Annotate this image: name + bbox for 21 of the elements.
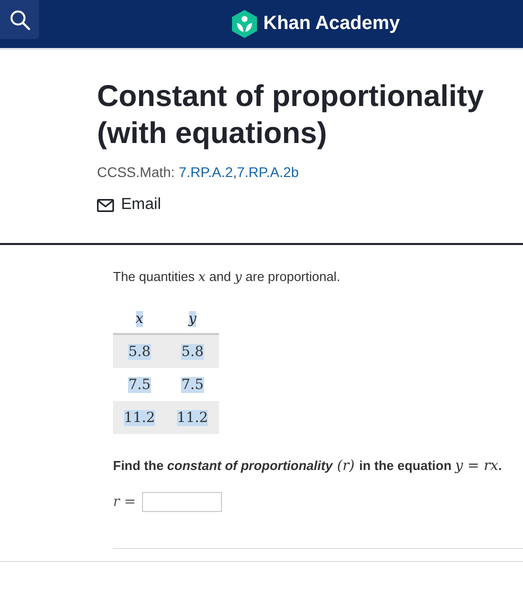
standard-link[interactable]: 7.RP.A.2b xyxy=(236,164,299,180)
answer-label: r = xyxy=(113,494,136,510)
problem-statement: The quantities x and y are proportional. xyxy=(113,269,342,285)
answer-field[interactable] xyxy=(142,492,222,512)
standard-link[interactable]: 7.RP.A.2 xyxy=(178,164,233,180)
table-cell: 11.2 xyxy=(113,401,166,434)
email-button[interactable]: Email xyxy=(97,196,162,214)
brand-name[interactable]: Khan Academy xyxy=(263,13,400,35)
separator: , xyxy=(232,164,237,180)
search-icon xyxy=(8,8,30,30)
table-cell: 5.8 xyxy=(113,334,166,368)
envelope-icon xyxy=(97,198,114,212)
table-cell: 5.8 xyxy=(166,334,219,368)
table-cell: 7.5 xyxy=(113,368,166,401)
table-cell: 11.2 xyxy=(166,401,219,434)
page-title: Constant of proportionality (with equations) xyxy=(97,79,485,152)
standards-label: CCSS.Math: xyxy=(97,164,175,180)
table-cell: 7.5 xyxy=(166,368,219,401)
search-button[interactable] xyxy=(0,0,39,39)
question-text: Find the constant of proportionality (r) in the equation y = rx. xyxy=(113,458,503,474)
logo-icon xyxy=(231,9,258,39)
